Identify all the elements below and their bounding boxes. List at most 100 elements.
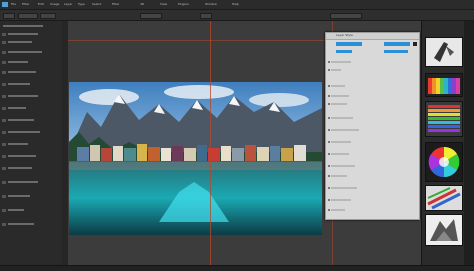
layer-icon — [2, 143, 6, 146]
menu-filter[interactable]: Filter — [22, 3, 29, 6]
brush-strokes[interactable] — [425, 185, 463, 211]
color-swatch[interactable] — [413, 42, 417, 46]
panel-row[interactable] — [8, 167, 32, 169]
layer-icon — [2, 71, 6, 74]
style-checkbox[interactable] — [328, 85, 330, 87]
style-checkbox[interactable] — [328, 69, 330, 71]
layer-icon — [2, 223, 6, 226]
panel-row[interactable] — [8, 61, 28, 63]
panel-row[interactable] — [8, 33, 38, 35]
menu-image[interactable]: Image — [50, 3, 59, 6]
blend-mode-dropdown[interactable] — [336, 42, 362, 46]
options-bar — [0, 10, 474, 21]
menu-filter-2[interactable]: Filter — [112, 3, 119, 6]
style-option-row[interactable] — [331, 129, 359, 131]
menu-help[interactable]: Help — [232, 3, 239, 6]
style-checkbox[interactable] — [328, 187, 330, 189]
style-checkbox[interactable] — [328, 209, 330, 211]
style-option-row[interactable] — [331, 153, 349, 155]
status-bar — [0, 265, 474, 271]
color-fan — [428, 78, 460, 94]
style-checkbox[interactable] — [328, 153, 330, 155]
panel-row[interactable] — [8, 119, 34, 121]
layer-style-dialog: Layer Style — [325, 32, 420, 220]
style-option-row[interactable] — [331, 209, 345, 211]
style-option-row[interactable] — [331, 103, 347, 105]
layer-icon — [2, 195, 6, 198]
menu-file[interactable]: File — [11, 3, 16, 6]
layer-icon — [2, 119, 6, 122]
menu-plugins[interactable]: Plugins — [178, 3, 189, 6]
panel-row[interactable] — [8, 131, 40, 133]
preview-bar — [384, 42, 410, 46]
texture-graphic — [430, 219, 458, 241]
style-option-row[interactable] — [331, 141, 351, 143]
panel-row[interactable] — [8, 83, 30, 85]
dialog-titlebar[interactable]: Layer Style — [326, 33, 419, 40]
style-option-row[interactable] — [331, 69, 341, 71]
menu-edit[interactable]: Edit — [38, 3, 44, 6]
style-option-row[interactable] — [331, 165, 355, 167]
menu-type[interactable]: Type — [78, 3, 85, 6]
panel-row[interactable] — [8, 223, 34, 225]
menu-layer[interactable]: Layer — [64, 3, 72, 6]
style-checkbox[interactable] — [328, 117, 330, 119]
menu-view[interactable]: View — [160, 3, 167, 6]
style-checkbox[interactable] — [328, 129, 330, 131]
style-checkbox[interactable] — [328, 199, 330, 201]
layer-icon — [2, 167, 6, 170]
style-option-row[interactable] — [331, 175, 347, 177]
panel-row[interactable] — [8, 51, 42, 53]
panel-row[interactable] — [8, 155, 36, 157]
menu-window[interactable]: Window — [205, 3, 217, 6]
layer-icon — [2, 61, 6, 64]
menu-select[interactable]: Select — [92, 3, 101, 6]
option-slider[interactable] — [336, 50, 352, 53]
panel-row[interactable] — [8, 41, 32, 43]
color-wheel-icon[interactable] — [425, 73, 463, 97]
right-panel-scrollbar[interactable] — [464, 21, 474, 270]
hue-wheel[interactable] — [425, 142, 463, 182]
style-checkbox[interactable] — [328, 61, 330, 63]
menu-3d[interactable]: 3D — [140, 3, 144, 6]
panel-row[interactable] — [8, 143, 28, 145]
layer-icon — [2, 209, 6, 212]
panel-row[interactable] — [8, 209, 24, 211]
menu-bar: File Filter Edit Image Layer Type Select… — [0, 0, 474, 10]
style-checkbox[interactable] — [328, 95, 330, 97]
document-image[interactable] — [69, 82, 322, 235]
options-control[interactable] — [18, 13, 38, 19]
panel-row[interactable] — [8, 95, 38, 97]
style-option-row[interactable] — [331, 187, 357, 189]
app-icon[interactable] — [2, 2, 8, 7]
tool-preset-picker[interactable] — [3, 13, 15, 19]
hue-wheel-graphic — [428, 146, 460, 178]
style-option-row[interactable] — [331, 61, 351, 63]
panel-tab-strip[interactable] — [3, 25, 43, 27]
guide-line-vertical[interactable] — [210, 21, 211, 270]
texture-preview[interactable] — [425, 214, 463, 246]
panel-row[interactable] — [8, 107, 26, 109]
panel-row[interactable] — [8, 195, 30, 197]
layer-icon — [2, 107, 6, 110]
layer-icon — [2, 155, 6, 158]
gradient-swatches[interactable] — [425, 101, 463, 137]
workspace-switcher[interactable] — [330, 13, 362, 19]
style-checkbox[interactable] — [328, 103, 330, 105]
panel-row[interactable] — [8, 71, 36, 73]
style-option-row[interactable] — [331, 117, 353, 119]
style-checkbox[interactable] — [328, 165, 330, 167]
style-option-row[interactable] — [331, 95, 349, 97]
pen-icon[interactable] — [425, 37, 463, 67]
style-option-row[interactable] — [331, 85, 345, 87]
style-option-row[interactable] — [331, 199, 351, 201]
options-control[interactable] — [200, 13, 212, 19]
options-control[interactable] — [40, 13, 56, 19]
style-checkbox[interactable] — [328, 175, 330, 177]
left-properties-panel — [0, 21, 63, 270]
panel-row[interactable] — [8, 181, 38, 183]
layer-icon — [2, 83, 6, 86]
options-control[interactable] — [140, 13, 162, 19]
style-checkbox[interactable] — [328, 141, 330, 143]
option-slider[interactable] — [384, 50, 408, 53]
